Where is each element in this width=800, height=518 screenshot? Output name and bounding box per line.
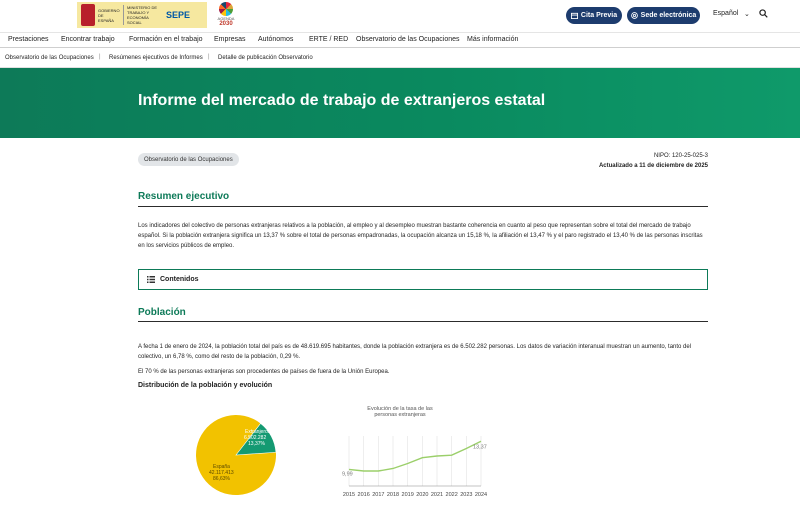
cita-previa-label: Cita Previa — [580, 12, 618, 19]
chart-section-title: Distribución de la población y evolución — [138, 382, 273, 389]
population-pie-chart: Extranjeros6.502.28213,37%España42.117.4… — [196, 415, 277, 495]
sede-electronica-button[interactable]: Sede electrónica — [627, 7, 700, 24]
foreign-rate-line-chart: Evolución de la tasa de las personas extr… — [342, 406, 487, 498]
cita-previa-button[interactable]: Cita Previa — [566, 7, 622, 24]
breadcrumb-observatorio[interactable]: Observatorio de las Ocupaciones — [5, 55, 94, 61]
list-icon — [147, 276, 155, 283]
x-tick-label: 2023 — [460, 492, 472, 498]
nav-mas-informacion[interactable]: Más información — [467, 36, 518, 43]
coat-of-arms-icon — [81, 4, 95, 26]
agenda-year: 2030 — [219, 21, 233, 27]
data-label-first: 9,99 — [342, 471, 353, 477]
x-tick-label: 2017 — [372, 492, 384, 498]
government-logo[interactable]: GOBIERNO DE ESPAÑA MINISTERIO DE TRABAJO… — [77, 2, 207, 28]
agenda-2030-logo[interactable]: AGENDA 2030 — [214, 2, 238, 28]
resumen-text: Los indicadores del colectivo de persona… — [138, 223, 703, 249]
pie-label-extranjeros: 13,37% — [248, 441, 266, 447]
divider — [138, 206, 708, 207]
updated-date: Actualizado a 11 de diciembre de 2025 — [598, 163, 708, 169]
x-tick-label: 2015 — [343, 492, 355, 498]
nipo-code: NIPO: 120-25-025-3 — [653, 153, 708, 159]
sdg-wheel-icon — [219, 2, 233, 16]
x-tick-label: 2016 — [358, 492, 370, 498]
divider — [138, 321, 708, 322]
series-line — [348, 440, 482, 472]
nav-encontrar-trabajo[interactable]: Encontrar trabajo — [61, 36, 115, 43]
nav-empresas[interactable]: Empresas — [214, 36, 246, 43]
breadcrumb-separator: | — [208, 54, 210, 60]
language-selector[interactable]: Español — [713, 10, 738, 17]
nav-observatorio[interactable]: Observatorio de las Ocupaciones — [356, 36, 460, 43]
x-tick-label: 2019 — [402, 492, 414, 498]
calendar-icon — [570, 12, 578, 19]
category-tag[interactable]: Observatorio de las Ocupaciones — [138, 153, 239, 166]
resumen-heading: Resumen ejecutivo — [138, 191, 230, 202]
x-tick-label: 2020 — [416, 492, 428, 498]
x-tick-label: 2022 — [446, 492, 458, 498]
poblacion-heading: Población — [138, 307, 186, 318]
x-tick-label: 2024 — [475, 492, 487, 498]
search-icon[interactable] — [759, 9, 768, 18]
nav-prestaciones[interactable]: Prestaciones — [8, 36, 48, 43]
at-sign-icon — [630, 12, 638, 19]
nav-autonomos[interactable]: Autónomos — [258, 36, 293, 43]
chevron-down-icon[interactable]: ⌄ — [744, 10, 750, 18]
contents-label: Contenidos — [160, 276, 199, 283]
poblacion-text-eu: El 70 % de las personas extranjeras son … — [138, 369, 390, 375]
pie-label-espana: 86,63% — [213, 476, 231, 482]
breadcrumb-separator: | — [99, 54, 101, 60]
hero-banner: Informe del mercado de trabajo de extran… — [0, 68, 800, 138]
ministry-label: MINISTERIO DE TRABAJO Y ECONOMÍA SOCIAL — [123, 5, 163, 25]
data-label-last: 13,37 — [473, 444, 487, 450]
breadcrumb: Observatorio de las Ocupaciones | Resúme… — [0, 48, 800, 68]
poblacion-text: A fecha 1 de enero de 2024, la población… — [138, 344, 692, 360]
nav-erte-red[interactable]: ERTE / RED — [309, 36, 348, 43]
x-tick-label: 2021 — [431, 492, 443, 498]
sepe-label: SEPE — [166, 10, 191, 20]
page-title: Informe del mercado de trabajo de extran… — [138, 92, 546, 109]
breadcrumb-resumenes[interactable]: Resúmenes ejecutivos de Informes — [109, 55, 203, 61]
main-navigation: Prestaciones Encontrar trabajo Formación… — [0, 32, 800, 48]
gob-label: GOBIERNO DE ESPAÑA — [98, 7, 120, 23]
top-header: GOBIERNO DE ESPAÑA MINISTERIO DE TRABAJO… — [0, 0, 800, 32]
x-tick-label: 2018 — [387, 492, 399, 498]
contents-accordion[interactable]: Contenidos — [138, 269, 708, 290]
line-chart-title: Evolución de la tasa de las personas extr… — [367, 406, 433, 418]
nav-formacion[interactable]: Formación en el trabajo — [129, 36, 203, 43]
sede-electronica-label: Sede electrónica — [640, 12, 697, 19]
breadcrumb-current: Detalle de publicación Observatorio — [218, 55, 313, 61]
